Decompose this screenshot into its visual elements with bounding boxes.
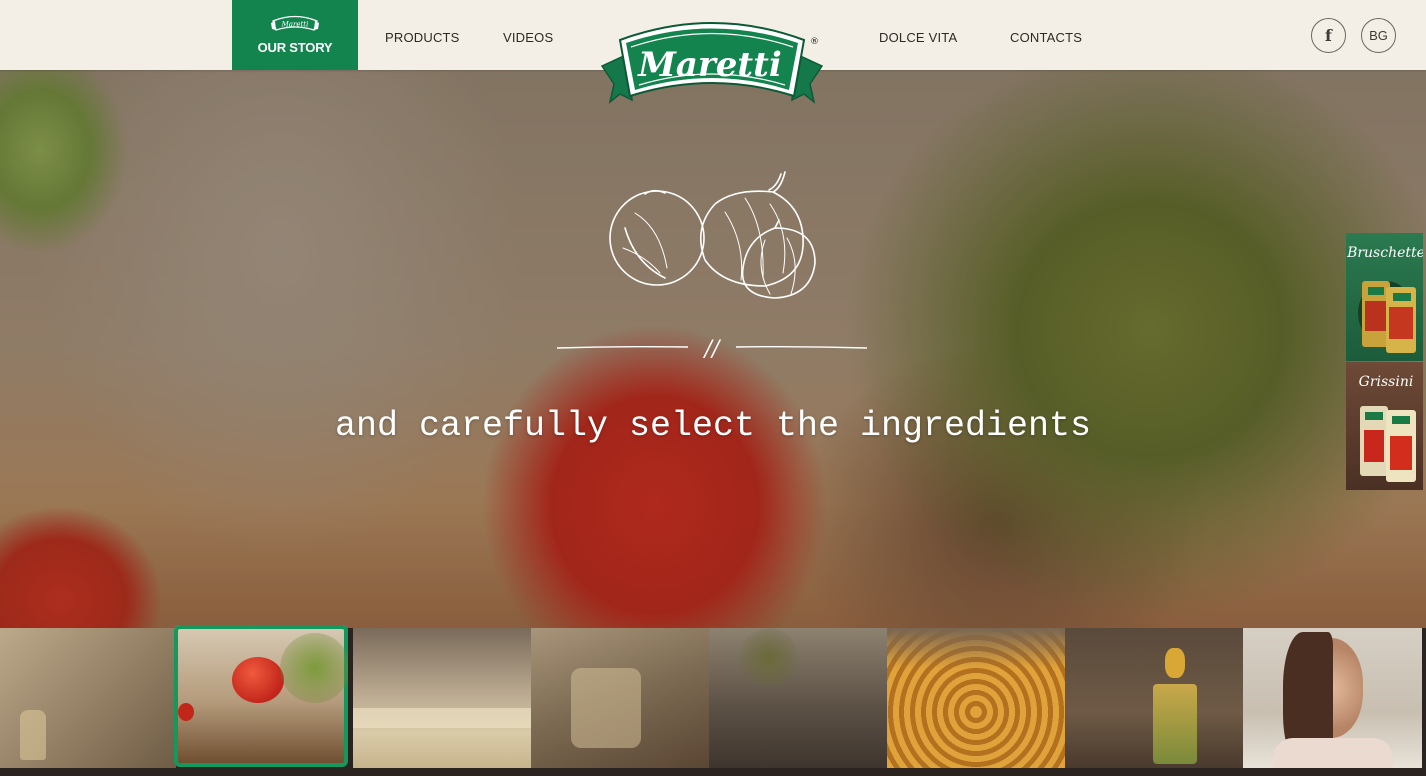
video-filmstrip <box>0 625 1426 768</box>
bruschette-package-icon <box>1358 281 1416 353</box>
language-label: BG <box>1369 28 1388 43</box>
nav-our-story[interactable]: Maretti OUR STORY <box>232 0 358 70</box>
nav-contacts[interactable]: CONTACTS <box>1010 30 1082 45</box>
grissini-package-icon <box>1360 406 1416 482</box>
onion-garlic-icon <box>609 171 816 299</box>
bottom-edge <box>0 768 1426 776</box>
thumbnail-6[interactable] <box>887 628 1065 768</box>
thumbnail-8[interactable] <box>1243 628 1422 768</box>
thumbnail-4[interactable] <box>531 628 709 768</box>
registered-mark: ® <box>810 37 819 47</box>
hero-tagline: and carefully select the ingredients <box>334 406 1092 446</box>
maretti-mini-logo-icon: Maretti <box>271 15 319 31</box>
thumbnail-1[interactable] <box>0 628 176 768</box>
nav-products[interactable]: PRODUCTS <box>385 30 460 45</box>
maretti-logo[interactable]: Maretti ® <box>598 14 826 106</box>
facebook-icon[interactable]: f <box>1311 18 1346 53</box>
nav-our-story-label: OUR STORY <box>257 40 333 55</box>
facebook-glyph: f <box>1325 26 1332 45</box>
side-tab-bruschette-title: Bruschette <box>1347 245 1423 261</box>
nav-videos[interactable]: VIDEOS <box>503 30 553 45</box>
side-tab-grissini-title: Grissini <box>1358 374 1414 390</box>
logo-text: Maretti <box>637 45 782 85</box>
thumbnail-3[interactable] <box>353 628 531 768</box>
side-tab-grissini[interactable]: Grissini <box>1346 362 1423 490</box>
divider-mark: // <box>703 337 722 360</box>
language-switch-button[interactable]: BG <box>1361 18 1396 53</box>
nav-dolce-vita[interactable]: DOLCE VITA <box>879 30 957 45</box>
thumbnail-2-active[interactable] <box>174 625 348 767</box>
decorative-divider: // <box>556 337 868 360</box>
thumbnail-5[interactable] <box>709 628 887 768</box>
thumbnail-7[interactable] <box>1065 628 1243 768</box>
side-tab-bruschette[interactable]: Bruschette <box>1346 233 1423 361</box>
svg-text:Maretti: Maretti <box>281 21 309 29</box>
